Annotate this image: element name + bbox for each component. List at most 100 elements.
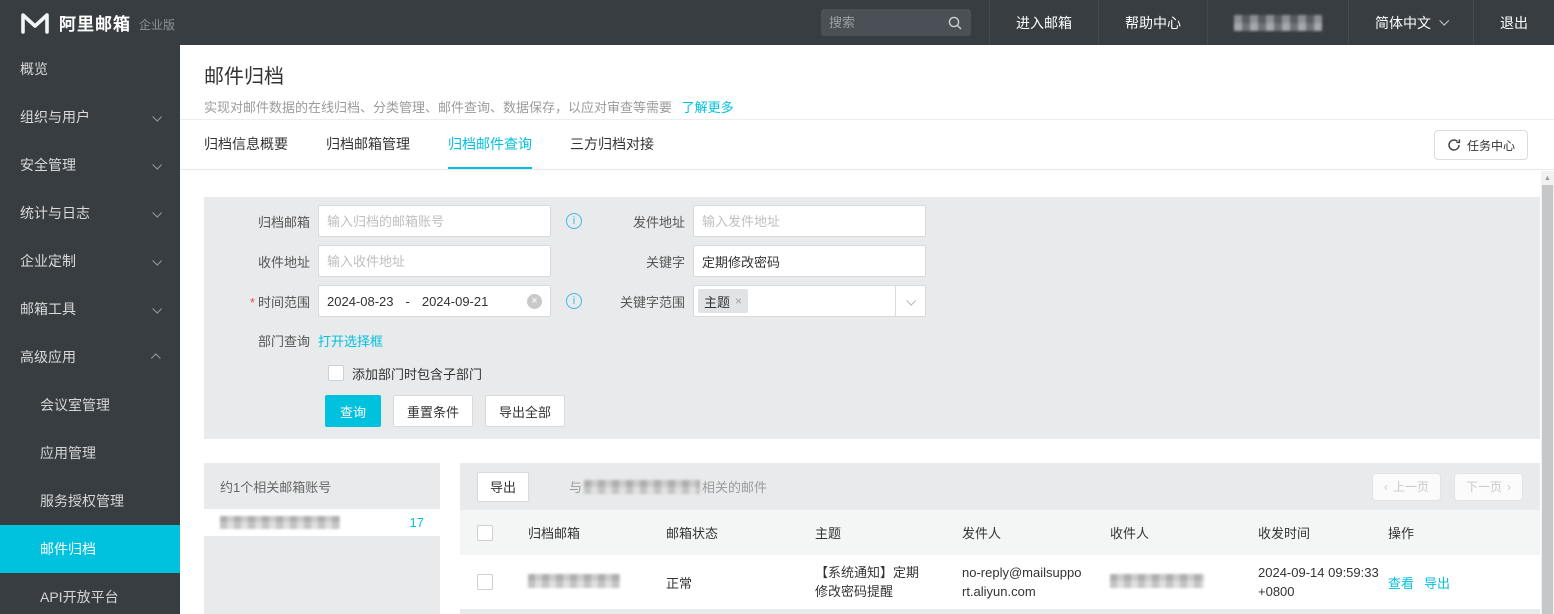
related-prefix: 与 xyxy=(569,477,582,496)
include-subdepartment-label: 添加部门时包含子部门 xyxy=(352,364,482,383)
row-sender: no-reply@mailsupport.aliyun.com xyxy=(962,563,1084,601)
sidebar-subitem-app-management[interactable]: 应用管理 xyxy=(0,429,180,477)
prev-page-button[interactable]: ‹ 上一页 xyxy=(1372,473,1441,501)
chevron-down-icon xyxy=(152,303,162,313)
keyword-scope-select[interactable]: 主题 × xyxy=(693,285,926,317)
column-subject: 主题 xyxy=(815,523,962,542)
related-account-item[interactable]: 17 xyxy=(204,509,440,536)
row-subject: 【系统通知】定期修改密码提醒 xyxy=(815,563,931,601)
table-row[interactable]: 正常 【系统通知】定期修改密码提醒 no-reply@mailsupport.a… xyxy=(460,555,1540,609)
sidebar-item-org-users[interactable]: 组织与用户 xyxy=(0,93,180,141)
next-page-button[interactable]: 下一页 › xyxy=(1454,473,1523,501)
view-mail-link[interactable]: 查看 xyxy=(1388,573,1414,592)
prev-icon: ‹ xyxy=(1384,480,1388,494)
table-header: 归档邮箱 邮箱状态 主题 发件人 收件人 收发时间 操作 xyxy=(460,510,1540,555)
remove-tag-icon[interactable]: × xyxy=(735,294,742,308)
logout-label: 退出 xyxy=(1500,13,1528,33)
clear-date-icon[interactable]: × xyxy=(527,294,542,309)
export-mail-link[interactable]: 导出 xyxy=(1424,573,1450,592)
task-center-button[interactable]: 任务中心 xyxy=(1434,130,1528,160)
sidebar-subitem-mail-archive[interactable]: 邮件归档 xyxy=(0,525,180,573)
page-description-text: 实现对邮件数据的在线归档、分类管理、邮件查询、数据保存，以应对审查等需要 xyxy=(204,100,672,115)
vertical-scrollbar[interactable]: ▲ xyxy=(1541,171,1554,614)
sender-address-input[interactable] xyxy=(693,205,926,237)
language-selector[interactable]: 简体中文 xyxy=(1348,0,1473,45)
search-input[interactable] xyxy=(829,15,947,30)
select-all-checkbox[interactable] xyxy=(477,525,493,541)
page-header: 邮件归档 实现对邮件数据的在线归档、分类管理、邮件查询、数据保存，以应对审查等需… xyxy=(180,45,1554,120)
sidebar-subitem-meeting-room[interactable]: 会议室管理 xyxy=(0,381,180,429)
chevron-down-icon xyxy=(1439,15,1449,25)
export-button[interactable]: 导出 xyxy=(477,472,529,502)
open-department-selector-link[interactable]: 打开选择框 xyxy=(318,331,383,350)
search-button[interactable]: 查询 xyxy=(325,395,381,427)
row-checkbox[interactable] xyxy=(477,574,493,590)
logout-button[interactable]: 退出 xyxy=(1473,0,1554,45)
sidebar-subitem-api-platform[interactable]: API开放平台 xyxy=(0,573,180,614)
sidebar-item-label: 概览 xyxy=(20,59,48,79)
tab-label: 归档信息概要 xyxy=(204,134,288,154)
start-date-value[interactable]: 2024-08-23 xyxy=(327,294,394,309)
sidebar-item-security[interactable]: 安全管理 xyxy=(0,141,180,189)
recipient-address-label: 收件地址 xyxy=(204,252,318,271)
related-accounts-panel: 约1个相关邮箱账号 17 xyxy=(204,463,440,614)
sidebar-item-mail-tools[interactable]: 邮箱工具 xyxy=(0,285,180,333)
chevron-down-icon xyxy=(152,207,162,217)
filter-row-1: 归档邮箱 i 发件地址 xyxy=(204,205,1540,237)
chevron-down-icon xyxy=(152,255,162,265)
sidebar-item-enterprise-custom[interactable]: 企业定制 xyxy=(0,237,180,285)
results-toolbar: 导出 与 相关的邮件 ‹ 上一页 下一页 › xyxy=(460,463,1540,510)
account-mail-count: 17 xyxy=(410,515,424,530)
export-all-button[interactable]: 导出全部 xyxy=(485,395,565,427)
scrollbar-thumb[interactable] xyxy=(1542,185,1553,614)
tab-bar: 归档信息概要 归档邮箱管理 归档邮件查询 三方归档对接 任务中心 xyxy=(180,120,1554,170)
date-range-input[interactable]: 2024-08-23 - 2024-09-21 × xyxy=(318,285,551,317)
redacted-related-account xyxy=(584,480,700,494)
sidebar-item-overview[interactable]: 概览 xyxy=(0,45,180,93)
topbar-search[interactable] xyxy=(821,9,971,36)
recipient-address-input[interactable] xyxy=(318,245,551,277)
tab-archive-info-overview[interactable]: 归档信息概要 xyxy=(204,120,288,169)
logo-m-icon xyxy=(20,11,50,35)
reset-conditions-button[interactable]: 重置条件 xyxy=(393,395,473,427)
search-icon[interactable] xyxy=(947,15,963,31)
tab-label: 归档邮箱管理 xyxy=(326,134,410,154)
sidebar-subitem-label: API开放平台 xyxy=(40,587,119,607)
select-arrow-area[interactable] xyxy=(895,286,925,316)
tab-archive-mail-query[interactable]: 归档邮件查询 xyxy=(448,120,532,169)
tab-archive-mailbox-management[interactable]: 归档邮箱管理 xyxy=(326,120,410,169)
account-menu[interactable] xyxy=(1207,0,1348,45)
scope-tag-label: 主题 xyxy=(704,292,730,311)
sidebar-item-stats-logs[interactable]: 统计与日志 xyxy=(0,189,180,237)
redacted-account-email xyxy=(220,516,340,529)
filter-row-3: *时间范围 2024-08-23 - 2024-09-21 × i 关键字范围 … xyxy=(204,285,1540,317)
next-icon: › xyxy=(1507,480,1511,494)
time-range-label: *时间范围 xyxy=(204,292,318,311)
archive-mailbox-input[interactable] xyxy=(318,205,551,237)
scrollbar-up-arrow-icon[interactable]: ▲ xyxy=(1541,171,1554,185)
info-icon[interactable]: i xyxy=(566,213,582,229)
sidebar-item-label: 高级应用 xyxy=(20,347,76,367)
redacted-account-name xyxy=(1234,15,1322,31)
sidebar-subitem-label: 邮件归档 xyxy=(40,539,96,559)
end-date-value[interactable]: 2024-09-21 xyxy=(422,294,489,309)
column-sender: 发件人 xyxy=(962,523,1110,542)
sidebar-subitem-label: 应用管理 xyxy=(40,443,96,463)
help-center-button[interactable]: 帮助中心 xyxy=(1098,0,1207,45)
enter-mailbox-button[interactable]: 进入邮箱 xyxy=(989,0,1098,45)
chevron-down-icon xyxy=(906,295,916,305)
page-title: 邮件归档 xyxy=(204,60,1530,89)
include-subdepartment-checkbox[interactable] xyxy=(328,365,344,381)
sidebar-subitem-label: 会议室管理 xyxy=(40,395,110,415)
tab-third-party-archive[interactable]: 三方归档对接 xyxy=(570,120,654,169)
tab-label: 归档邮件查询 xyxy=(448,134,532,154)
sidebar-item-advanced-apps[interactable]: 高级应用 xyxy=(0,333,180,381)
sidebar-subitem-service-auth[interactable]: 服务授权管理 xyxy=(0,477,180,525)
next-page-label: 下一页 xyxy=(1466,478,1502,495)
chevron-down-icon xyxy=(152,159,162,169)
logo[interactable]: 阿里邮箱 企业版 xyxy=(20,10,175,35)
filter-row-2: 收件地址 关键字 xyxy=(204,245,1540,277)
learn-more-link[interactable]: 了解更多 xyxy=(682,100,734,115)
keyword-input[interactable] xyxy=(693,245,926,277)
info-icon[interactable]: i xyxy=(566,293,582,309)
